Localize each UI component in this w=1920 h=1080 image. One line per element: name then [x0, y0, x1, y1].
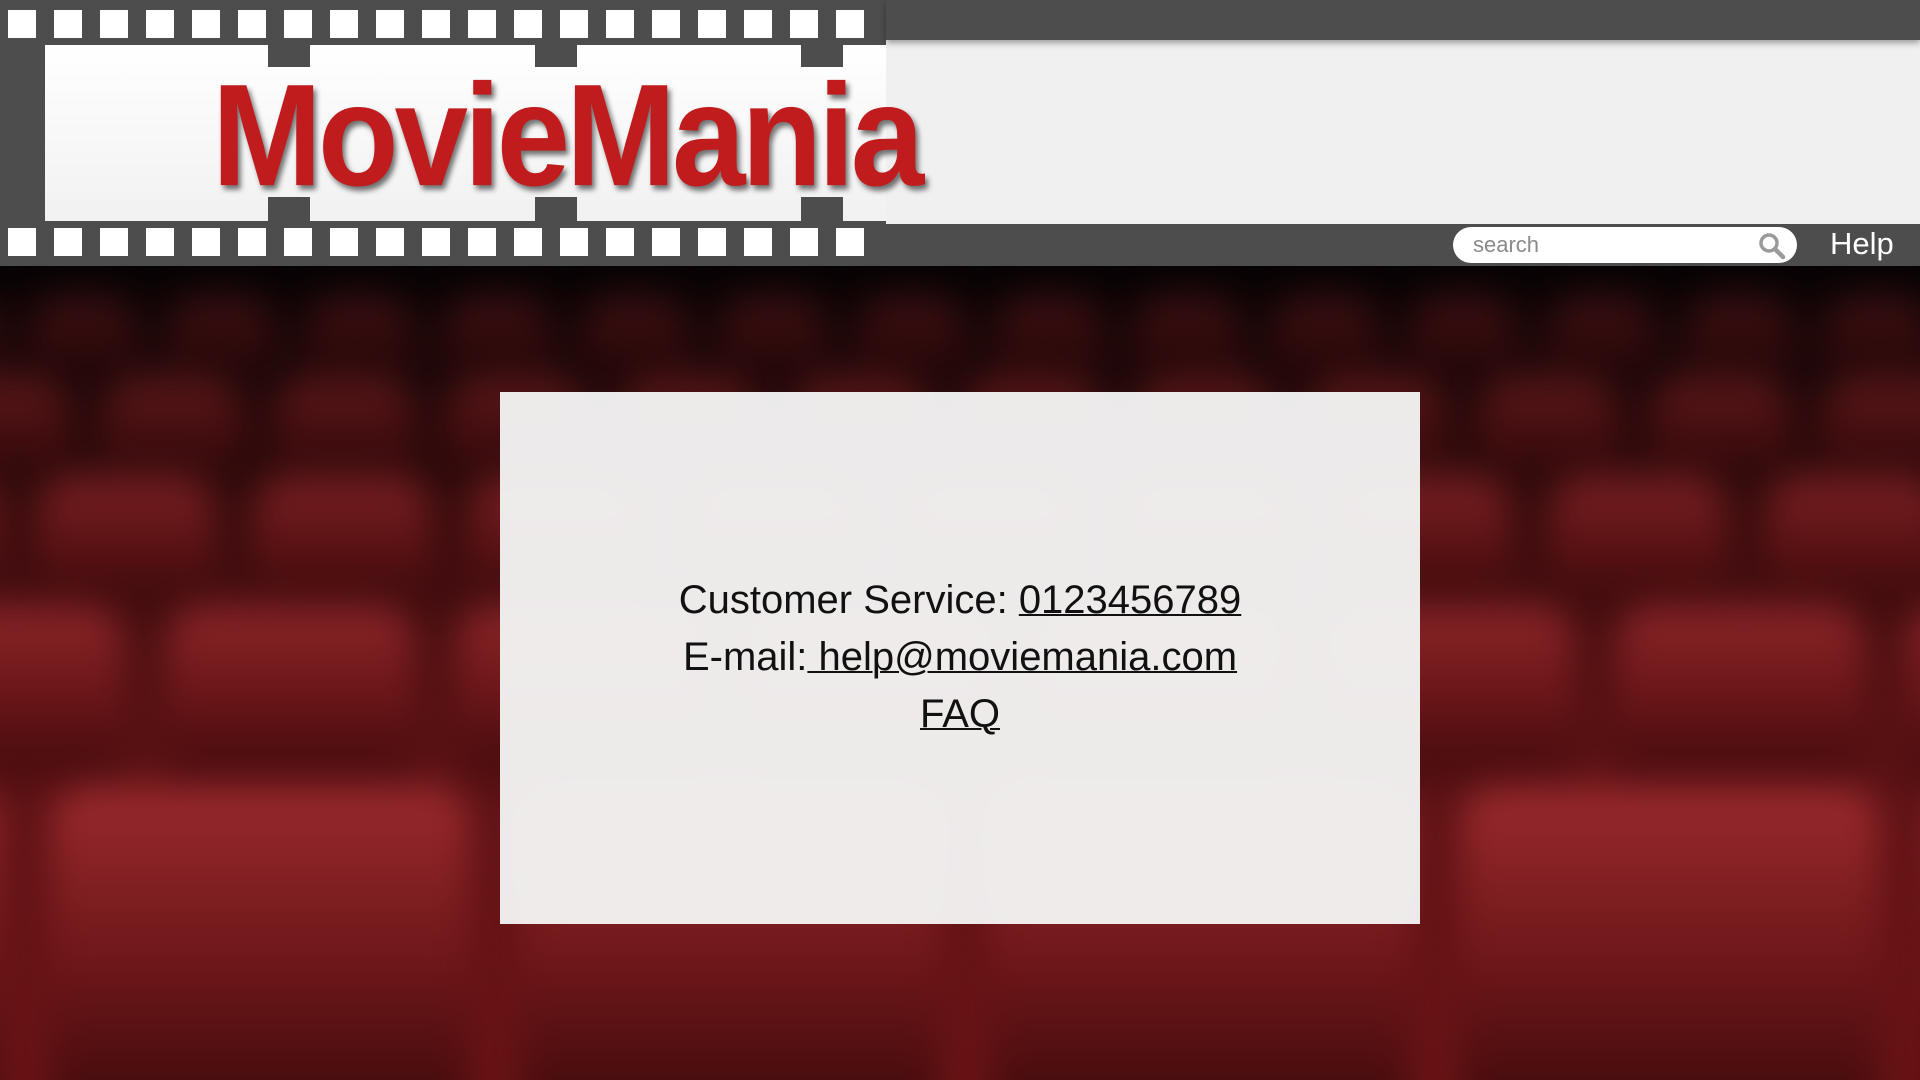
cinema-seat [1132, 296, 1242, 366]
cinema-seat [1546, 296, 1656, 366]
film-perforation [514, 228, 542, 256]
film-perforation [284, 228, 312, 256]
film-perforation [330, 10, 358, 38]
film-perforation [836, 10, 864, 38]
film-perforation [606, 10, 634, 38]
cinema-seat [102, 376, 242, 466]
film-perforation [422, 228, 450, 256]
cinema-seat [1650, 376, 1790, 466]
cinema-seat [442, 296, 552, 366]
phone-label: Customer Service: [678, 578, 1019, 622]
film-perforation [744, 228, 772, 256]
cinema-seat [274, 376, 414, 466]
film-perforation [54, 228, 82, 256]
phone-link[interactable]: 0123456789 [1019, 578, 1241, 622]
cinema-seat [1460, 786, 1880, 1080]
film-perforation [284, 10, 312, 38]
film-perforation [376, 228, 404, 256]
logo-film-strip: MovieMania [0, 0, 924, 266]
cinema-seat [1822, 296, 1920, 366]
cinema-seat [1478, 376, 1618, 466]
cinema-seat [856, 296, 966, 366]
phone-row: Customer Service: 0123456789 [500, 572, 1420, 629]
film-perforation [100, 10, 128, 38]
contact-info: Customer Service: 0123456789 E-mail: hel… [500, 572, 1420, 743]
site-header: MovieMania Help [0, 0, 1920, 266]
search-input[interactable] [1473, 227, 1743, 263]
cinema-seat [304, 296, 414, 366]
film-perforation [238, 10, 266, 38]
cinema-seat [1764, 476, 1920, 596]
film-perforation [146, 228, 174, 256]
film-perforation [54, 10, 82, 38]
film-perforation [698, 228, 726, 256]
film-perforation [192, 228, 220, 256]
email-row: E-mail: help@moviemania.com [500, 629, 1420, 686]
film-perforation [330, 228, 358, 256]
cinema-seat [28, 296, 138, 366]
contact-panel: Customer Service: 0123456789 E-mail: hel… [500, 392, 1420, 924]
search-box [1453, 227, 1797, 263]
film-perforation [100, 228, 128, 256]
page: MovieMania Help Customer Service: 012345… [0, 0, 1920, 1080]
cinema-seat [1615, 606, 1865, 776]
cinema-seat [1548, 476, 1728, 596]
film-perforation [468, 228, 496, 256]
film-perforation [560, 228, 588, 256]
cinema-seat [1408, 296, 1518, 366]
faq-link[interactable]: FAQ [920, 692, 1000, 736]
film-perforation [8, 228, 36, 256]
film-perforation [790, 10, 818, 38]
film-perforation [652, 10, 680, 38]
cinema-seat [0, 376, 70, 466]
site-logo[interactable]: MovieMania [212, 52, 924, 218]
help-link[interactable]: Help [1830, 226, 1894, 262]
cinema-seat [580, 296, 690, 366]
cinema-seat [166, 296, 276, 366]
cinema-seat [36, 476, 216, 596]
film-perforation [192, 10, 220, 38]
film-perforation [560, 10, 588, 38]
film-perforation [146, 10, 174, 38]
faq-row: FAQ [500, 686, 1420, 743]
film-perforation [376, 10, 404, 38]
email-label: E-mail: [682, 635, 808, 679]
cinema-seat [1822, 376, 1920, 466]
header-top-bar [886, 0, 1920, 40]
film-perforation [744, 10, 772, 38]
film-perforation [836, 228, 864, 256]
cinema-seat [165, 606, 415, 776]
email-link[interactable]: help@moviemania.com [807, 635, 1238, 679]
cinema-seat [994, 296, 1104, 366]
film-perforation [468, 10, 496, 38]
cinema-seat [1270, 296, 1380, 366]
cinema-seat [718, 296, 828, 366]
film-perforation [238, 228, 266, 256]
cinema-seat [0, 606, 125, 776]
film-perforation [698, 10, 726, 38]
film-perforation [422, 10, 450, 38]
search-icon[interactable] [1758, 232, 1786, 260]
cinema-seat [252, 476, 432, 596]
cinema-seat [50, 786, 470, 1080]
film-perforation [606, 228, 634, 256]
film-perforation [514, 10, 542, 38]
film-perforation [8, 10, 36, 38]
cinema-seat [1905, 606, 1920, 776]
cinema-seat [1684, 296, 1794, 366]
film-perforation [790, 228, 818, 256]
film-perforation [652, 228, 680, 256]
